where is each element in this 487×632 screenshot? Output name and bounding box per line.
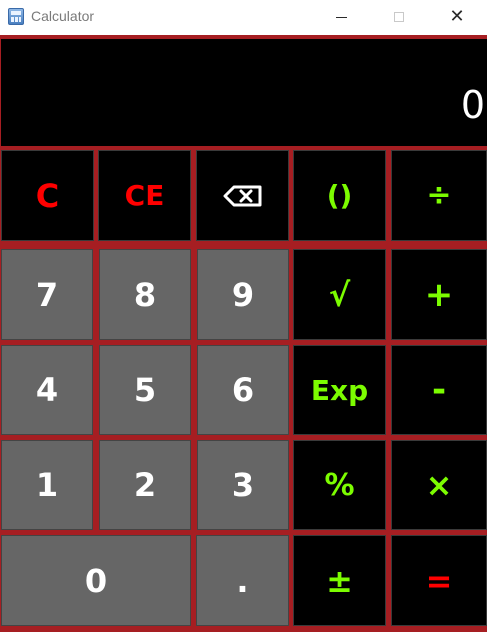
digit-1-button[interactable]: 1 [1, 440, 93, 530]
title-bar[interactable]: Calculator ✕ [0, 0, 487, 35]
plus-button[interactable]: + [391, 249, 487, 340]
digit-0-button[interactable]: 0 [1, 535, 191, 626]
parentheses-button[interactable]: () [293, 150, 386, 241]
exponent-button[interactable]: Exp [293, 345, 386, 435]
equals-button[interactable]: = [391, 535, 487, 626]
window-title: Calculator [31, 8, 95, 24]
maximize-button[interactable] [376, 0, 422, 34]
digit-9-button[interactable]: 9 [197, 249, 289, 340]
maximize-icon [394, 12, 404, 22]
minimize-icon [335, 16, 347, 18]
result-display: 0 [1, 39, 487, 146]
clear-button[interactable]: C [1, 150, 94, 241]
close-button[interactable]: ✕ [434, 0, 480, 34]
calculator-window: Calculator ✕ 0 C CE () ÷ 7 8 9 √ + 4 5 6… [0, 0, 487, 632]
digit-6-button[interactable]: 6 [197, 345, 289, 435]
digit-2-button[interactable]: 2 [99, 440, 191, 530]
percent-button[interactable]: % [293, 440, 386, 530]
divide-button[interactable]: ÷ [391, 150, 487, 241]
backspace-icon [223, 185, 261, 206]
multiply-button[interactable]: × [391, 440, 487, 530]
backspace-button[interactable] [196, 150, 289, 241]
digit-4-button[interactable]: 4 [1, 345, 93, 435]
digit-3-button[interactable]: 3 [197, 440, 289, 530]
calculator-app-icon [8, 8, 24, 25]
minimize-button[interactable] [318, 0, 364, 34]
display-value: 0 [460, 83, 485, 127]
decimal-point-button[interactable]: . [196, 535, 289, 626]
digit-7-button[interactable]: 7 [1, 249, 93, 340]
digit-8-button[interactable]: 8 [99, 249, 191, 340]
square-root-button[interactable]: √ [293, 249, 386, 340]
clear-entry-button[interactable]: CE [98, 150, 191, 241]
minus-button[interactable]: - [391, 345, 487, 435]
close-icon: ✕ [449, 6, 465, 27]
plus-minus-button[interactable]: ± [293, 535, 386, 626]
digit-5-button[interactable]: 5 [99, 345, 191, 435]
